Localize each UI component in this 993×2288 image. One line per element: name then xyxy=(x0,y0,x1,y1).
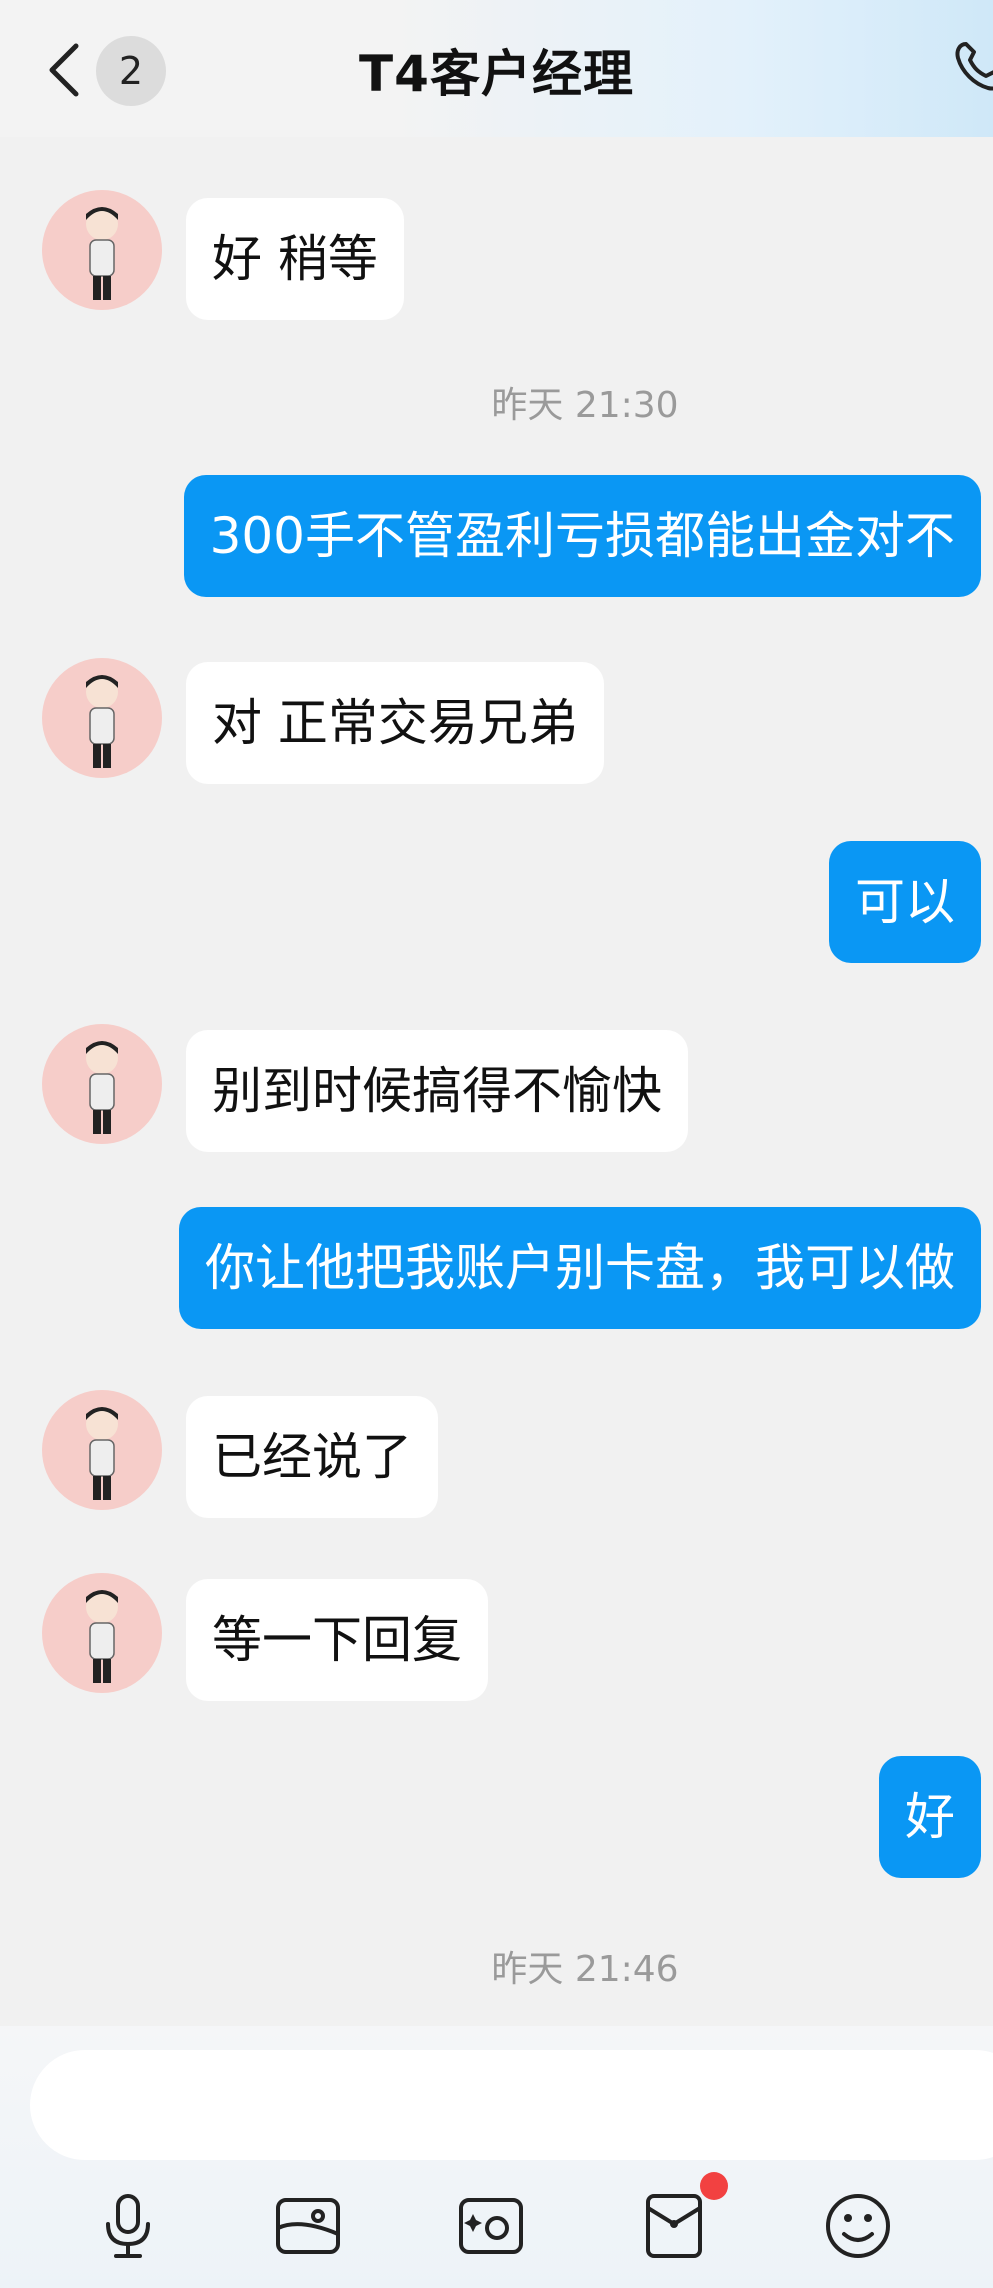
person-icon xyxy=(86,1407,118,1500)
incoming-message-bubble[interactable]: 等一下回复 xyxy=(186,1579,488,1701)
outgoing-message-bubble[interactable]: 好 xyxy=(879,1756,981,1878)
person-icon xyxy=(86,1041,118,1134)
person-icon xyxy=(86,675,118,768)
avatar[interactable] xyxy=(42,1573,162,1693)
person-icon xyxy=(86,207,118,300)
chat-screen: 2 T4客户经理 好 稍等 昨天 21:30 300手不管盈利亏损都能出金对不 xyxy=(0,0,993,2288)
picture-icon[interactable] xyxy=(272,2190,344,2262)
avatar[interactable] xyxy=(42,658,162,778)
incoming-message-bubble[interactable]: 已经说了 xyxy=(186,1396,438,1518)
avatar[interactable] xyxy=(42,1024,162,1144)
message-timestamp: 昨天 21:46 xyxy=(491,1949,679,1990)
incoming-message-bubble[interactable]: 别到时候搞得不愉快 xyxy=(186,1030,688,1152)
camera-icon[interactable] xyxy=(455,2190,527,2262)
message-timestamp: 昨天 21:30 xyxy=(491,385,679,426)
message-input[interactable] xyxy=(30,2050,993,2160)
outgoing-message-bubble[interactable]: 可以 xyxy=(829,841,981,963)
incoming-message-bubble[interactable]: 对 正常交易兄弟 xyxy=(186,662,604,784)
notification-dot xyxy=(700,2172,728,2200)
chat-title: T4客户经理 xyxy=(359,45,634,103)
outgoing-message-bubble[interactable]: 你让他把我账户别卡盘，我可以做 xyxy=(179,1207,981,1329)
emoji-icon[interactable] xyxy=(822,2190,894,2262)
red-packet-icon[interactable] xyxy=(638,2190,710,2262)
avatar[interactable] xyxy=(42,1390,162,1510)
phone-icon[interactable] xyxy=(948,38,993,98)
microphone-icon[interactable] xyxy=(92,2190,164,2262)
avatar[interactable] xyxy=(42,190,162,310)
person-icon xyxy=(86,1590,118,1683)
outgoing-message-bubble[interactable]: 300手不管盈利亏损都能出金对不 xyxy=(183,475,981,597)
incoming-message-bubble[interactable]: 好 稍等 xyxy=(186,198,404,320)
chat-header: 2 T4客户经理 xyxy=(0,0,993,137)
